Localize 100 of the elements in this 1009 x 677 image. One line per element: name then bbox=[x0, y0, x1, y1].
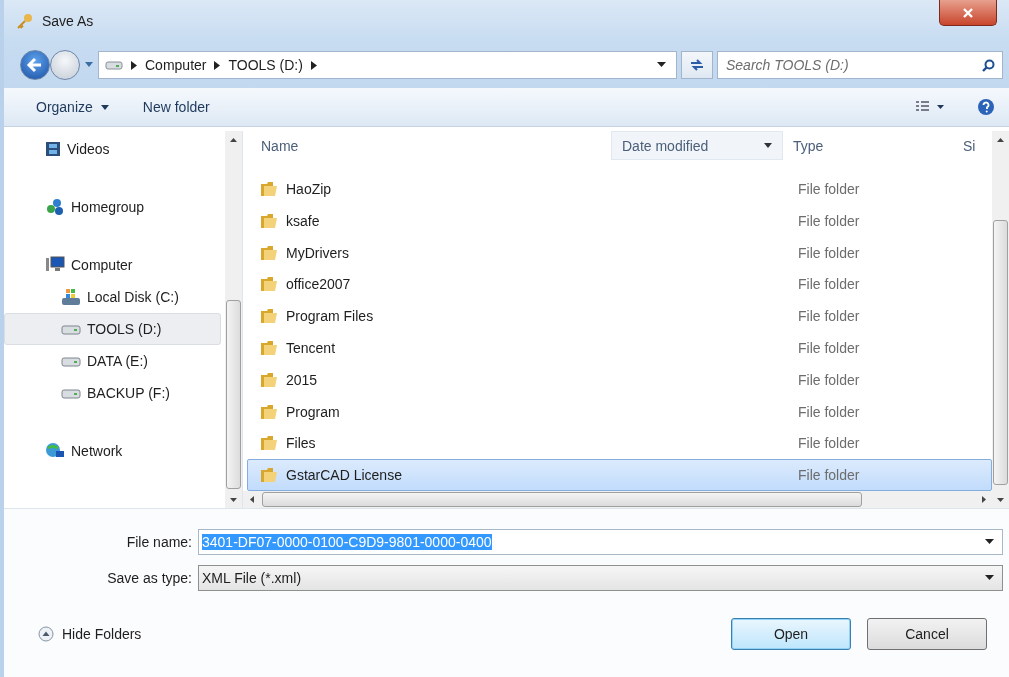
scrollbar[interactable] bbox=[243, 491, 992, 508]
recent-pages-caret-icon[interactable] bbox=[84, 61, 94, 69]
file-name-cell: 2015 bbox=[286, 371, 318, 388]
navigation-item[interactable]: Network bbox=[4, 435, 221, 467]
column-header[interactable]: Si bbox=[953, 131, 992, 161]
scroll-up-icon[interactable] bbox=[230, 137, 237, 142]
folder-icon bbox=[260, 435, 278, 452]
file-name-cell: MyDrivers bbox=[286, 244, 349, 261]
folder-icon bbox=[260, 308, 278, 325]
field-label: File name: bbox=[125, 534, 193, 550]
file-row[interactable]: Tencent File folder bbox=[247, 332, 992, 364]
folder-icon bbox=[260, 212, 278, 229]
caret-down-icon[interactable] bbox=[764, 143, 772, 148]
file-name-cell: ksafe bbox=[286, 212, 320, 229]
refresh-button[interactable] bbox=[681, 51, 713, 79]
chevron-right-icon bbox=[131, 60, 137, 70]
scroll-left-icon[interactable] bbox=[249, 496, 254, 503]
drive-icon bbox=[61, 355, 81, 367]
file-row[interactable]: GstarCAD License File folder bbox=[247, 459, 992, 491]
navigation-item[interactable]: Homegroup bbox=[4, 191, 221, 223]
folder-icon bbox=[260, 276, 278, 293]
column-header[interactable]: Date modified bbox=[611, 131, 783, 161]
search-field[interactable]: Search TOOLS (D:) bbox=[717, 51, 1003, 79]
file-type-cell: File folder bbox=[798, 467, 860, 484]
search-icon[interactable] bbox=[982, 59, 995, 72]
chevron-right-icon bbox=[214, 60, 221, 70]
system-drive-icon bbox=[61, 288, 81, 306]
caret-down-icon bbox=[100, 104, 109, 110]
file-type-dropdown[interactable]: XML File (*.xml) bbox=[198, 565, 1003, 591]
file-type-cell: File folder bbox=[798, 180, 860, 197]
address-bar[interactable]: Computer TOOLS (D:) bbox=[98, 51, 677, 79]
forward-button[interactable] bbox=[50, 50, 80, 80]
caret-down-icon[interactable] bbox=[985, 539, 994, 545]
file-type-cell: File folder bbox=[798, 339, 860, 356]
file-name-cell: Files bbox=[286, 435, 316, 452]
scrollbar[interactable] bbox=[225, 131, 242, 508]
computer-icon bbox=[45, 256, 65, 274]
back-button[interactable] bbox=[20, 50, 50, 80]
scroll-down-icon[interactable] bbox=[230, 497, 237, 502]
dialog-button[interactable]: Cancel bbox=[867, 618, 987, 650]
drive-icon bbox=[105, 59, 123, 71]
file-type-cell: File folder bbox=[798, 308, 860, 325]
drive-icon bbox=[61, 387, 81, 399]
file-name-cell: Program bbox=[286, 403, 340, 420]
breadcrumb-item[interactable]: TOOLS (D:) bbox=[228, 57, 303, 73]
file-name-cell: GstarCAD License bbox=[286, 467, 402, 484]
toolbar-button[interactable]: Organize bbox=[30, 95, 115, 119]
file-row[interactable]: Program Files File folder bbox=[247, 300, 992, 332]
file-type-cell: File folder bbox=[798, 435, 860, 452]
folder-icon bbox=[260, 244, 278, 261]
refresh-icon bbox=[689, 58, 705, 72]
field-label: Save as type: bbox=[106, 570, 193, 586]
breadcrumb-item[interactable]: Computer bbox=[145, 57, 207, 73]
network-icon bbox=[45, 442, 65, 460]
scroll-up-icon[interactable] bbox=[997, 137, 1004, 142]
folder-icon bbox=[260, 371, 278, 388]
window-title: Save As bbox=[42, 13, 95, 29]
file-name-cell: HaoZip bbox=[286, 180, 332, 197]
chevron-right-icon bbox=[310, 60, 317, 70]
help-icon[interactable] bbox=[977, 98, 995, 116]
file-type-cell: File folder bbox=[798, 371, 860, 388]
scroll-right-icon[interactable] bbox=[981, 496, 986, 503]
hide-folders-button[interactable]: Hide Folders bbox=[38, 626, 142, 642]
file-row[interactable]: HaoZip File folder bbox=[247, 173, 992, 205]
caret-down-icon bbox=[985, 575, 994, 581]
navigation-item[interactable]: DATA (E:) bbox=[4, 345, 221, 377]
dialog-button[interactable]: Open bbox=[731, 618, 851, 650]
file-type-cell: File folder bbox=[798, 403, 860, 420]
file-row[interactable]: Program File folder bbox=[247, 395, 992, 428]
scrollbar[interactable] bbox=[992, 131, 1009, 508]
folder-icon bbox=[260, 339, 278, 356]
key-icon bbox=[16, 12, 34, 30]
list-view-icon bbox=[915, 101, 945, 113]
navigation-item[interactable]: Local Disk (C:) bbox=[4, 281, 221, 313]
column-header[interactable]: Type bbox=[783, 131, 953, 161]
file-row[interactable]: ksafe File folder bbox=[247, 204, 992, 237]
file-type-cell: File folder bbox=[798, 212, 860, 229]
caret-down-icon[interactable] bbox=[657, 62, 666, 68]
close-icon bbox=[962, 6, 974, 19]
file-row[interactable]: Files File folder bbox=[247, 427, 992, 460]
column-header[interactable]: Name bbox=[243, 131, 611, 161]
navigation-item[interactable]: Computer bbox=[4, 249, 221, 281]
scroll-down-icon[interactable] bbox=[997, 497, 1004, 502]
folder-icon bbox=[260, 180, 278, 197]
folder-icon bbox=[260, 467, 278, 484]
folder-icon bbox=[260, 403, 278, 420]
film-icon bbox=[45, 141, 61, 157]
file-row[interactable]: office2007 File folder bbox=[247, 268, 992, 301]
navigation-item[interactable]: Videos bbox=[4, 133, 221, 165]
close-button[interactable] bbox=[939, 0, 997, 26]
chevron-up-circle-icon bbox=[38, 626, 54, 642]
toolbar-button[interactable]: New folder bbox=[136, 95, 216, 119]
navigation-item[interactable]: BACKUP (F:) bbox=[4, 377, 221, 409]
file-name-cell: office2007 bbox=[286, 276, 351, 293]
file-type-cell: File folder bbox=[798, 244, 860, 261]
file-row[interactable]: 2015 File folder bbox=[247, 363, 992, 396]
navigation-item[interactable]: TOOLS (D:) bbox=[4, 313, 221, 345]
homegroup-icon bbox=[45, 198, 65, 216]
file-name-cell: Program Files bbox=[286, 308, 374, 325]
file-row[interactable]: MyDrivers File folder bbox=[247, 236, 992, 269]
